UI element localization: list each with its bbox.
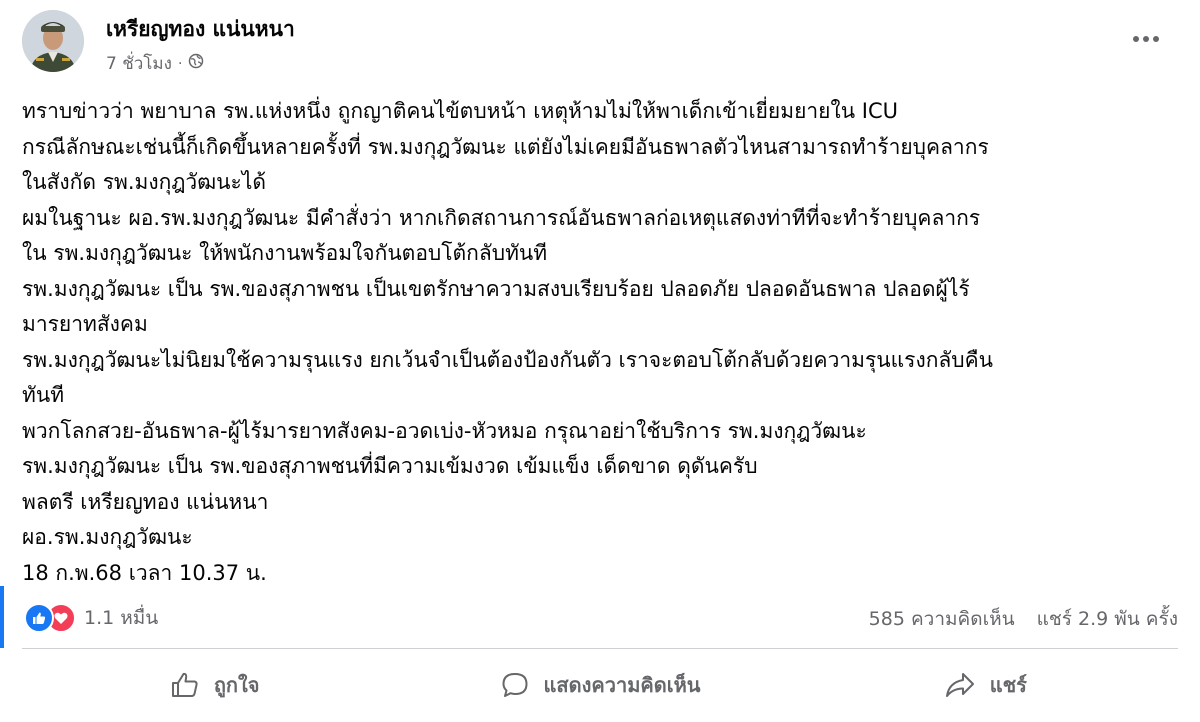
post-text-line: รพ.มงกุฎวัฒนะ เป็น รพ.ของสุภาพชนที่มีควา… (22, 454, 758, 478)
post-text-line: ใน รพ.มงกุฎวัฒนะ ให้พนักงานพร้อมใจกันตอบ… (22, 241, 548, 265)
avatar[interactable] (22, 10, 84, 72)
share-count[interactable]: แชร์ 2.9 พัน ครั้ง (1037, 604, 1178, 634)
globe-icon[interactable] (188, 53, 204, 74)
accent-bar (0, 586, 4, 648)
avatar-image (22, 10, 84, 72)
post-text-line: ผมในฐานะ ผอ.รพ.มงกุฎวัฒนะ มีคำสั่งว่า หา… (22, 205, 981, 230)
post-text-line: ทันที (22, 383, 65, 407)
post-timestamp[interactable]: 7 ชั่วโมง (106, 50, 172, 77)
post-text-line: 18 ก.พ.68 เวลา 10.37 น. (22, 560, 267, 585)
separator-dot: · (177, 55, 183, 72)
post-text-line: รพ.มงกุฎวัฒนะ เป็น รพ.ของสุภาพชน เป็นเขต… (22, 276, 970, 301)
comment-icon (500, 671, 530, 699)
post-body: ทราบข่าวว่า พยาบาล รพ.แห่งหนึ่ง ถูกญาติค… (22, 94, 1182, 591)
share-icon (944, 671, 976, 699)
comment-button-label: แสดงความคิดเห็น (543, 673, 701, 697)
like-button-label: ถูกใจ (213, 673, 260, 697)
facebook-post: เหรียญทอง แน่นหนา 7 ชั่วโมง · ทราบข่าวว่… (0, 0, 1200, 722)
share-button-label: แชร์ (989, 673, 1027, 697)
divider (22, 648, 1178, 649)
share-button[interactable]: แชร์ (793, 656, 1178, 714)
post-text-line: รพ.มงกุฎวัฒนะไม่นิยมใช้ความรุนแรง ยกเว้น… (22, 347, 994, 372)
post-meta: 7 ชั่วโมง · (106, 50, 204, 77)
engagement-stats: 585 ความคิดเห็น แชร์ 2.9 พัน ครั้ง (869, 604, 1178, 634)
author-name[interactable]: เหรียญทอง แน่นหนา (106, 13, 295, 46)
more-options-icon[interactable] (1124, 24, 1168, 54)
reactions-summary[interactable]: 1.1 หมื่น (24, 602, 158, 634)
post-text-line: พวกโลกสวย-อันธพาล-ผู้ไร้มารยาทสังคม-อวดเ… (22, 418, 867, 443)
comment-button[interactable]: แสดงความคิดเห็น (407, 656, 792, 714)
comment-count[interactable]: 585 ความคิดเห็น (869, 604, 1015, 634)
reaction-count: 1.1 หมื่น (84, 607, 159, 629)
like-button[interactable]: ถูกใจ (22, 656, 407, 714)
post-text-line: มารยาทสังคม (22, 312, 148, 336)
thumbs-up-icon (170, 671, 200, 699)
post-text-line: ทราบข่าวว่า พยาบาล รพ.แห่งหนึ่ง ถูกญาติค… (22, 99, 898, 123)
post-text-line: ผอ.รพ.มงกุฎวัฒนะ (22, 525, 193, 549)
post-text-line: พลตรี เหรียญทอง แน่นหนา (22, 489, 269, 514)
like-reaction-icon (24, 603, 54, 633)
post-text-line: กรณีลักษณะเช่นนี้ก็เกิดขึ้นหลายครั้งที่ … (22, 134, 989, 159)
action-bar: ถูกใจ แสดงความคิดเห็น แชร์ (22, 656, 1178, 714)
post-text-line: ในสังกัด รพ.มงกุฎวัฒนะได้ (22, 170, 267, 194)
